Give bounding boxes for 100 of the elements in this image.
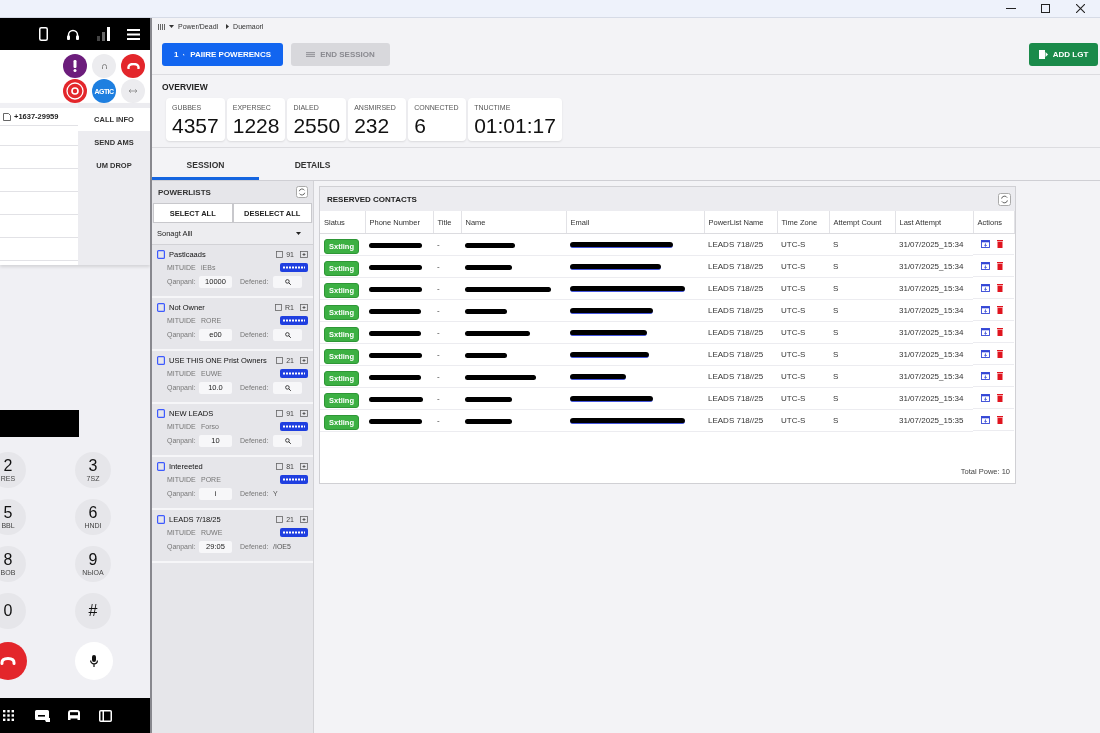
trash-icon[interactable] bbox=[997, 261, 1003, 270]
table-cell: S bbox=[829, 321, 895, 344]
trash-icon[interactable] bbox=[997, 283, 1003, 292]
start-button[interactable]: 1 PAIIRE POWERENCS bbox=[162, 43, 283, 66]
hangup-icon bbox=[126, 63, 140, 69]
trash-icon[interactable] bbox=[997, 240, 1003, 248]
plus-box-icon[interactable] bbox=[300, 250, 308, 258]
dial-key[interactable]: # bbox=[75, 593, 111, 629]
tag-icon bbox=[280, 369, 308, 378]
trash-icon[interactable] bbox=[997, 415, 1003, 424]
checkbox[interactable] bbox=[157, 249, 165, 259]
table-cell: UTC-S bbox=[777, 409, 829, 432]
redaction-bar bbox=[369, 418, 422, 424]
redaction-bar bbox=[465, 418, 512, 424]
search-icon bbox=[284, 437, 291, 444]
square-icon bbox=[276, 409, 284, 417]
table-cell: S bbox=[829, 299, 895, 322]
table-cell: LEADS 718//25 bbox=[704, 299, 777, 322]
redaction-bar bbox=[465, 330, 530, 336]
table-cell: S bbox=[829, 387, 895, 410]
lines-icon bbox=[306, 52, 316, 57]
table-cell: 31/07/2025_15:34 bbox=[895, 365, 973, 388]
table-cell: 31/07/2025_15:34 bbox=[895, 255, 973, 278]
redaction-bar bbox=[369, 374, 421, 380]
tag-icon bbox=[280, 316, 308, 325]
trash-icon[interactable] bbox=[997, 349, 1003, 358]
close-icon[interactable] bbox=[1076, 4, 1085, 13]
tag-icon bbox=[280, 528, 308, 537]
square-icon bbox=[275, 303, 283, 311]
tag-icon bbox=[280, 475, 308, 484]
table-cell: - bbox=[433, 387, 461, 410]
window-icon[interactable] bbox=[981, 393, 990, 402]
checkbox[interactable] bbox=[157, 461, 165, 471]
hangup-button[interactable] bbox=[0, 642, 27, 680]
hangup-button[interactable] bbox=[121, 54, 145, 78]
tab[interactable]: DETAILS bbox=[259, 152, 366, 180]
maximize-icon[interactable] bbox=[1041, 4, 1050, 13]
bars-icon bbox=[158, 23, 165, 30]
redaction-bar bbox=[465, 242, 515, 248]
plus-box-icon[interactable] bbox=[300, 303, 308, 311]
dial-key[interactable]: 0 bbox=[0, 593, 26, 629]
table-cell: S bbox=[829, 365, 895, 388]
menu-icon[interactable] bbox=[126, 28, 140, 40]
table-cell: - bbox=[433, 255, 461, 278]
alert-button[interactable] bbox=[63, 54, 87, 78]
signal-icon[interactable] bbox=[96, 27, 110, 41]
trash-icon[interactable] bbox=[997, 393, 1003, 402]
table-cell: 31/07/2025_15:34 bbox=[895, 387, 973, 410]
trash-icon[interactable] bbox=[997, 371, 1003, 380]
table-cell: LEADS 718//25 bbox=[704, 387, 777, 410]
redaction-bar bbox=[465, 374, 536, 380]
table-cell: - bbox=[433, 409, 461, 432]
table-cell: LEADS 718//25 bbox=[704, 233, 777, 256]
refresh-icon[interactable] bbox=[998, 192, 1011, 206]
plus-box-icon[interactable] bbox=[300, 409, 308, 417]
section-title: OVERVIEW bbox=[162, 82, 209, 92]
record-button[interactable] bbox=[63, 79, 87, 103]
table-cell: UTC-S bbox=[777, 299, 829, 322]
minimize-icon[interactable] bbox=[1005, 8, 1016, 9]
chat-icon[interactable] bbox=[35, 709, 50, 722]
table-cell: LEADS 718//25 bbox=[704, 277, 777, 300]
table-cell: - bbox=[433, 343, 461, 366]
window-icon[interactable] bbox=[981, 283, 990, 292]
exclamation-icon bbox=[73, 60, 77, 72]
phone-icon[interactable] bbox=[38, 27, 48, 41]
table-cell: UTC-S bbox=[777, 387, 829, 410]
square-icon bbox=[276, 356, 284, 364]
window-icon[interactable] bbox=[981, 305, 990, 314]
panel-icon[interactable] bbox=[99, 709, 112, 722]
stat-value: 4357 bbox=[172, 115, 219, 136]
window-icon[interactable] bbox=[981, 415, 990, 424]
trash-icon[interactable] bbox=[997, 327, 1003, 336]
hangup-icon bbox=[0, 657, 16, 665]
checkbox[interactable] bbox=[157, 302, 165, 312]
mic-button[interactable] bbox=[75, 642, 113, 680]
stat-value: 232 bbox=[354, 115, 390, 136]
door-icon bbox=[1038, 50, 1048, 59]
plus-box-icon[interactable] bbox=[300, 515, 308, 523]
window-icon[interactable] bbox=[981, 240, 990, 248]
table-cell: UTC-S bbox=[777, 321, 829, 344]
plus-box-icon[interactable] bbox=[300, 356, 308, 364]
window-icon[interactable] bbox=[981, 327, 990, 336]
add-button[interactable]: ADD LGT bbox=[1029, 43, 1098, 66]
window-icon[interactable] bbox=[981, 349, 990, 358]
window-icon[interactable] bbox=[981, 261, 990, 270]
grid-icon[interactable] bbox=[3, 710, 14, 721]
square-icon bbox=[276, 515, 284, 523]
table-cell: 31/07/2025_15:34 bbox=[895, 299, 973, 322]
refresh-icon[interactable] bbox=[296, 186, 308, 198]
plus-box-icon[interactable] bbox=[300, 462, 308, 470]
table-cell: - bbox=[433, 321, 461, 344]
checkbox[interactable] bbox=[157, 408, 165, 418]
arrows-icon bbox=[129, 89, 137, 93]
checkbox[interactable] bbox=[157, 355, 165, 365]
window-icon[interactable] bbox=[981, 371, 990, 380]
headset-icon[interactable] bbox=[67, 28, 79, 40]
caret-right-icon bbox=[226, 24, 230, 29]
car-icon[interactable] bbox=[67, 709, 81, 722]
checkbox[interactable] bbox=[157, 514, 165, 524]
trash-icon[interactable] bbox=[997, 305, 1003, 314]
